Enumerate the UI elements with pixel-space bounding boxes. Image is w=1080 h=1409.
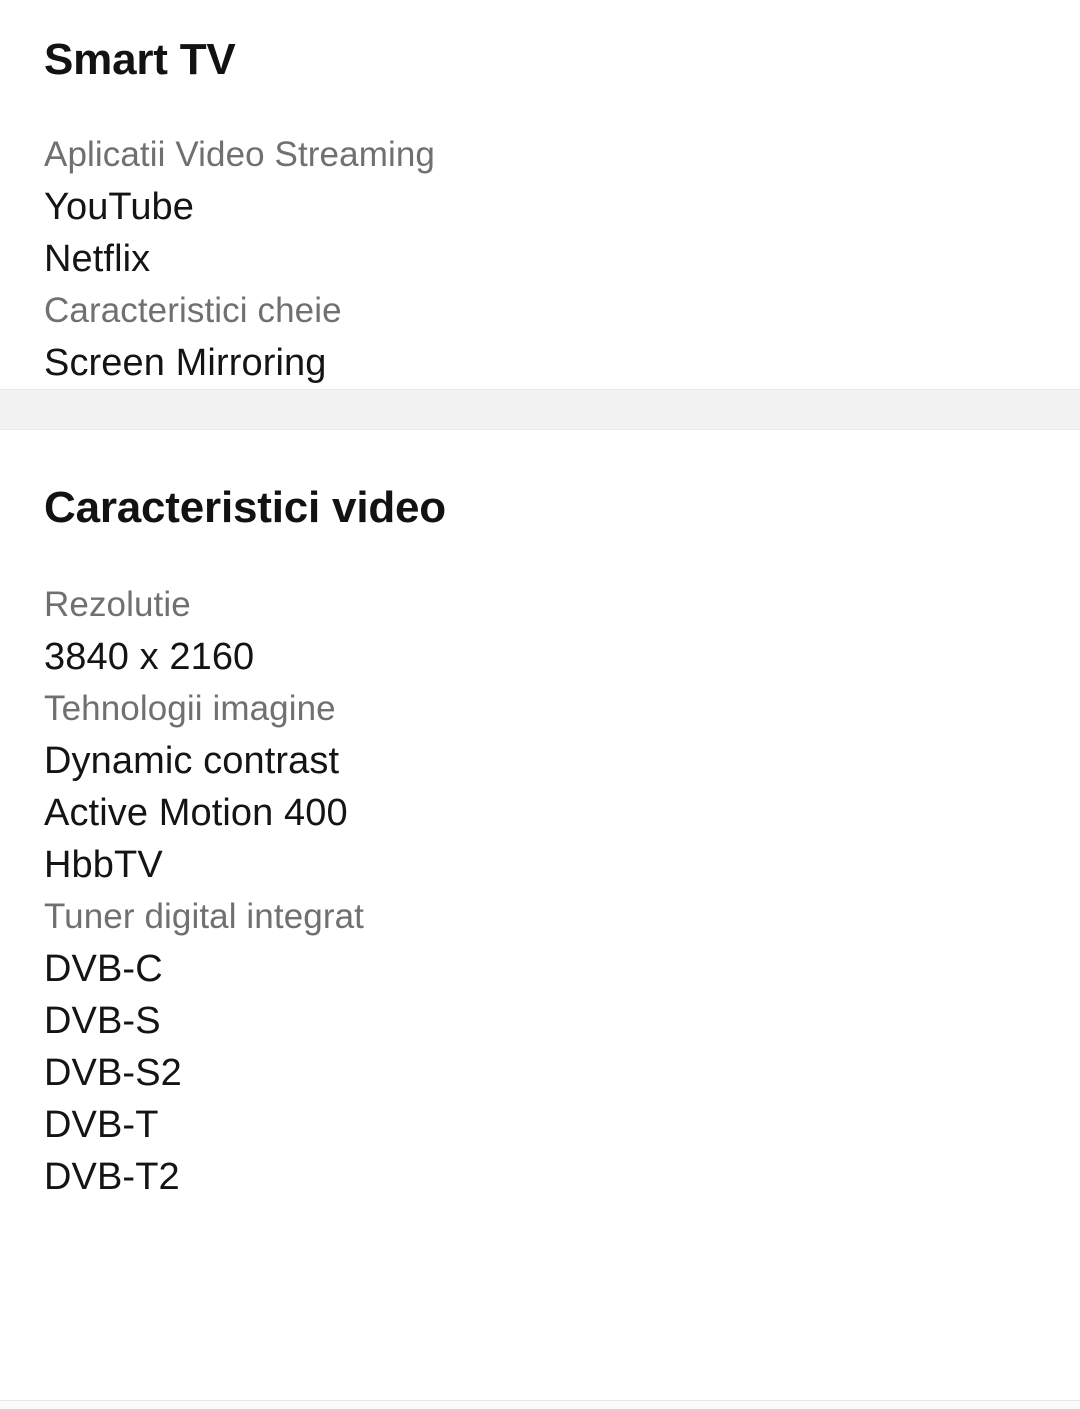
- spec-group-tuner-digital-integrat: Tuner digital integrat DVB-C DVB-S DVB-S…: [44, 891, 1036, 1203]
- spec-label: Tuner digital integrat: [44, 897, 364, 936]
- spec-value: Active Motion 400: [44, 792, 348, 834]
- spec-label: Rezolutie: [44, 585, 191, 624]
- spec-value: YouTube: [44, 186, 195, 228]
- spec-groups-smart-tv: Aplicatii Video Streaming YouTube Netfli…: [44, 129, 1036, 389]
- spec-value: 3840 x 2160: [44, 636, 255, 678]
- spec-label: Aplicatii Video Streaming: [44, 135, 435, 174]
- spec-value: DVB-T2: [44, 1156, 180, 1198]
- section-caracteristici-video: Caracteristici video Rezolutie 3840 x 21…: [0, 430, 1080, 1203]
- spec-value: Netflix: [44, 238, 151, 280]
- section-title-caracteristici-video: Caracteristici video: [44, 483, 446, 532]
- spec-group-aplicatii-video-streaming: Aplicatii Video Streaming YouTube Netfli…: [44, 129, 1036, 285]
- section-separator-band: [0, 389, 1080, 430]
- spec-group-tehnologii-imagine: Tehnologii imagine Dynamic contrast Acti…: [44, 683, 1036, 891]
- spec-value: Dynamic contrast: [44, 740, 340, 782]
- spec-value: DVB-C: [44, 948, 163, 990]
- section-title-smart-tv: Smart TV: [44, 35, 236, 84]
- spec-label: Caracteristici cheie: [44, 291, 342, 330]
- spec-value: Screen Mirroring: [44, 342, 327, 384]
- spec-label: Tehnologii imagine: [44, 689, 336, 728]
- spec-value: DVB-S: [44, 1000, 161, 1042]
- spec-value: HbbTV: [44, 844, 163, 886]
- spec-groups-caracteristici-video: Rezolutie 3840 x 2160 Tehnologii imagine…: [44, 579, 1036, 1203]
- spec-group-rezolutie: Rezolutie 3840 x 2160: [44, 579, 1036, 683]
- bottom-strip: [0, 1401, 1080, 1409]
- spec-sheet-page: Smart TV Aplicatii Video Streaming YouTu…: [0, 0, 1080, 1409]
- section-smart-tv: Smart TV Aplicatii Video Streaming YouTu…: [0, 0, 1080, 389]
- spec-value: DVB-T: [44, 1104, 159, 1146]
- spec-group-caracteristici-cheie: Caracteristici cheie Screen Mirroring: [44, 285, 1036, 389]
- spec-value: DVB-S2: [44, 1052, 182, 1094]
